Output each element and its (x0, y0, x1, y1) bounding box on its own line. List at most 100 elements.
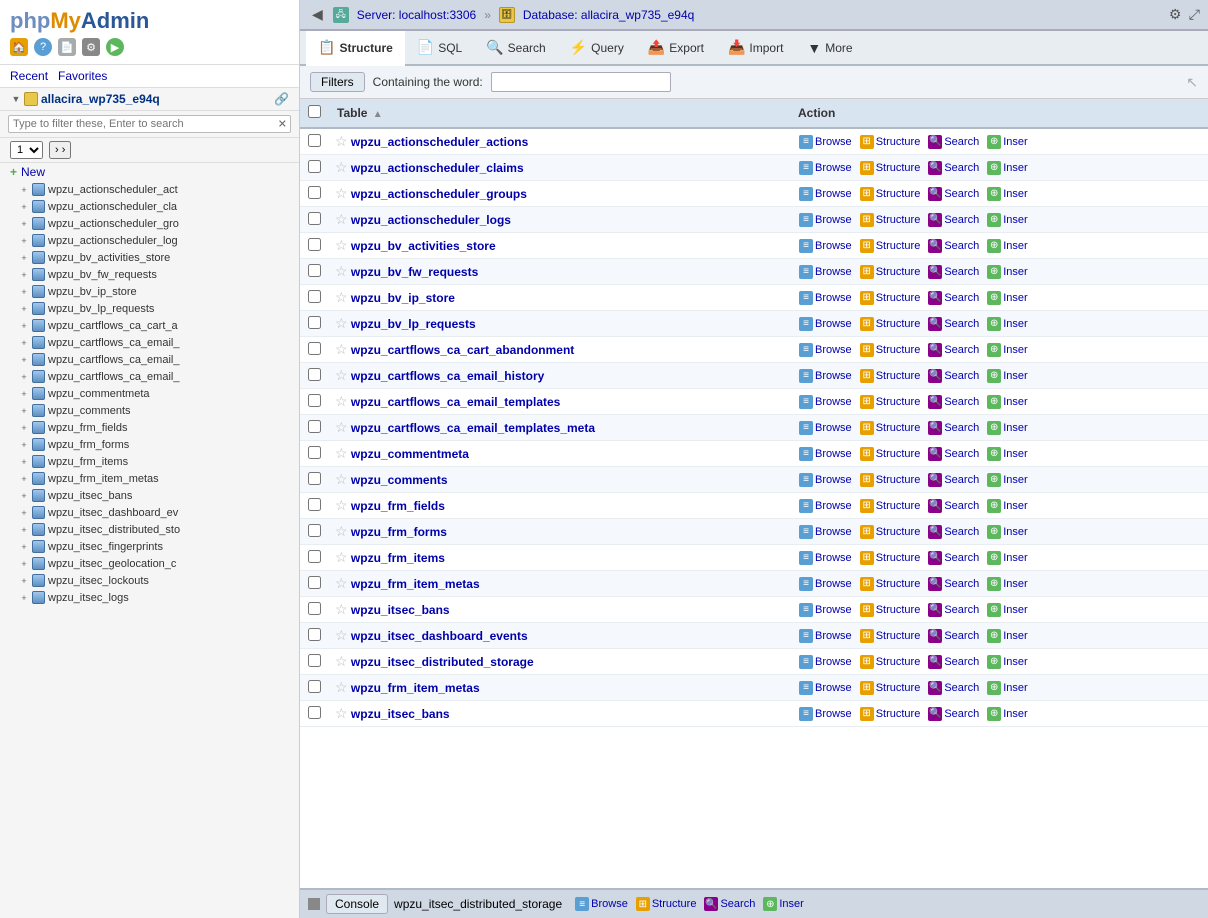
insert-btn[interactable]: ⊕ Inser (984, 524, 1030, 540)
star-icon[interactable]: ☆ (335, 159, 348, 175)
row-checkbox[interactable] (308, 420, 321, 433)
star-icon[interactable]: ☆ (335, 133, 348, 149)
select-all-checkbox[interactable] (308, 105, 321, 118)
row-checkbox[interactable] (308, 342, 321, 355)
table-name-link[interactable]: wpzu_actionscheduler_groups (351, 187, 527, 201)
browse-btn[interactable]: ≡ Browse (796, 368, 855, 384)
insert-btn[interactable]: ⊕ Inser (984, 368, 1030, 384)
structure-btn[interactable]: ⊞ Structure (857, 134, 924, 150)
structure-btn[interactable]: ⊞ Structure (857, 628, 924, 644)
star-icon[interactable]: ☆ (335, 263, 348, 279)
row-checkbox[interactable] (308, 212, 321, 225)
table-name-link[interactable]: wpzu_bv_ip_store (351, 291, 455, 305)
star-icon[interactable]: ☆ (335, 185, 348, 201)
row-checkbox[interactable] (308, 238, 321, 251)
insert-btn[interactable]: ⊕ Inser (984, 134, 1030, 150)
browse-btn[interactable]: ≡ Browse (796, 394, 855, 410)
browse-btn[interactable]: ≡ Browse (796, 680, 855, 696)
star-icon[interactable]: ☆ (335, 315, 348, 331)
sidebar-item-21[interactable]: + wpzu_itsec_fingerprints (0, 538, 299, 555)
search-btn[interactable]: 🔍 Search (925, 264, 982, 280)
structure-btn[interactable]: ⊞ Structure (857, 472, 924, 488)
sidebar-item-12[interactable]: + wpzu_commentmeta (0, 385, 299, 402)
sidebar-item-18[interactable]: + wpzu_itsec_bans (0, 487, 299, 504)
console-insert-btn[interactable]: ⊕ Inser (760, 896, 806, 912)
search-btn[interactable]: 🔍 Search (925, 524, 982, 540)
structure-btn[interactable]: ⊞ Structure (857, 706, 924, 722)
row-checkbox[interactable] (308, 394, 321, 407)
settings-icon[interactable]: ⚙ (82, 38, 100, 56)
row-checkbox[interactable] (308, 498, 321, 511)
browse-btn[interactable]: ≡ Browse (796, 446, 855, 462)
browse-btn[interactable]: ≡ Browse (796, 628, 855, 644)
search-btn[interactable]: 🔍 Search (925, 472, 982, 488)
browse-btn[interactable]: ≡ Browse (796, 602, 855, 618)
star-icon[interactable]: ☆ (335, 679, 348, 695)
search-btn[interactable]: 🔍 Search (925, 238, 982, 254)
insert-btn[interactable]: ⊕ Inser (984, 238, 1030, 254)
browse-btn[interactable]: ≡ Browse (796, 706, 855, 722)
star-icon[interactable]: ☆ (335, 627, 348, 643)
table-name-link[interactable]: wpzu_commentmeta (351, 447, 469, 461)
sidebar-item-20[interactable]: + wpzu_itsec_distributed_sto (0, 521, 299, 538)
insert-btn[interactable]: ⊕ Inser (984, 654, 1030, 670)
gear-btn[interactable]: ⚙ (1169, 6, 1182, 23)
search-btn[interactable]: 🔍 Search (925, 446, 982, 462)
structure-btn[interactable]: ⊞ Structure (857, 602, 924, 618)
star-icon[interactable]: ☆ (335, 575, 348, 591)
insert-btn[interactable]: ⊕ Inser (984, 680, 1030, 696)
search-btn[interactable]: 🔍 Search (925, 498, 982, 514)
help-icon[interactable]: ? (34, 38, 52, 56)
row-checkbox[interactable] (308, 706, 321, 719)
go-icon[interactable]: ▶ (106, 38, 124, 56)
structure-btn[interactable]: ⊞ Structure (857, 264, 924, 280)
browse-btn[interactable]: ≡ Browse (796, 420, 855, 436)
table-name-link[interactable]: wpzu_frm_item_metas (351, 681, 480, 695)
search-btn[interactable]: 🔍 Search (925, 368, 982, 384)
star-icon[interactable]: ☆ (335, 549, 348, 565)
star-icon[interactable]: ☆ (335, 497, 348, 513)
search-btn[interactable]: 🔍 Search (925, 212, 982, 228)
sidebar-filter-input[interactable] (8, 115, 291, 133)
table-name-link[interactable]: wpzu_itsec_bans (351, 707, 450, 721)
row-checkbox[interactable] (308, 576, 321, 589)
browse-btn[interactable]: ≡ Browse (796, 238, 855, 254)
console-browse-btn[interactable]: ≡ Browse (572, 896, 631, 912)
table-name-link[interactable]: wpzu_bv_lp_requests (351, 317, 476, 331)
row-checkbox[interactable] (308, 602, 321, 615)
filter-word-input[interactable] (491, 72, 671, 92)
insert-btn[interactable]: ⊕ Inser (984, 628, 1030, 644)
insert-btn[interactable]: ⊕ Inser (984, 264, 1030, 280)
resize-btn[interactable]: ⤢ (1189, 6, 1200, 23)
insert-btn[interactable]: ⊕ Inser (984, 446, 1030, 462)
search-btn[interactable]: 🔍 Search (925, 394, 982, 410)
insert-btn[interactable]: ⊕ Inser (984, 316, 1030, 332)
home-icon[interactable]: 🏠 (10, 38, 28, 56)
browse-btn[interactable]: ≡ Browse (796, 342, 855, 358)
search-btn[interactable]: 🔍 Search (925, 160, 982, 176)
server-breadcrumb[interactable]: Server: localhost:3306 (357, 8, 476, 22)
sidebar-item-4[interactable]: + wpzu_bv_activities_store (0, 249, 299, 266)
star-icon[interactable]: ☆ (335, 419, 348, 435)
tab-structure[interactable]: 📋 Structure (306, 31, 405, 66)
structure-btn[interactable]: ⊞ Structure (857, 160, 924, 176)
browse-btn[interactable]: ≡ Browse (796, 316, 855, 332)
console-structure-btn[interactable]: ⊞ Structure (633, 896, 700, 912)
row-checkbox[interactable] (308, 264, 321, 277)
browse-btn[interactable]: ≡ Browse (796, 264, 855, 280)
browse-btn[interactable]: ≡ Browse (796, 160, 855, 176)
row-checkbox[interactable] (308, 290, 321, 303)
insert-btn[interactable]: ⊕ Inser (984, 602, 1030, 618)
insert-btn[interactable]: ⊕ Inser (984, 160, 1030, 176)
table-name-link[interactable]: wpzu_itsec_dashboard_events (351, 629, 528, 643)
sidebar-item-24[interactable]: + wpzu_itsec_logs (0, 589, 299, 606)
table-name-link[interactable]: wpzu_actionscheduler_logs (351, 213, 511, 227)
star-icon[interactable]: ☆ (335, 523, 348, 539)
sidebar-item-1[interactable]: + wpzu_actionscheduler_cla (0, 198, 299, 215)
favorites-link[interactable]: Favorites (58, 69, 107, 83)
filters-btn[interactable]: Filters (310, 72, 365, 92)
structure-btn[interactable]: ⊞ Structure (857, 446, 924, 462)
row-checkbox[interactable] (308, 472, 321, 485)
structure-btn[interactable]: ⊞ Structure (857, 524, 924, 540)
search-btn[interactable]: 🔍 Search (925, 186, 982, 202)
